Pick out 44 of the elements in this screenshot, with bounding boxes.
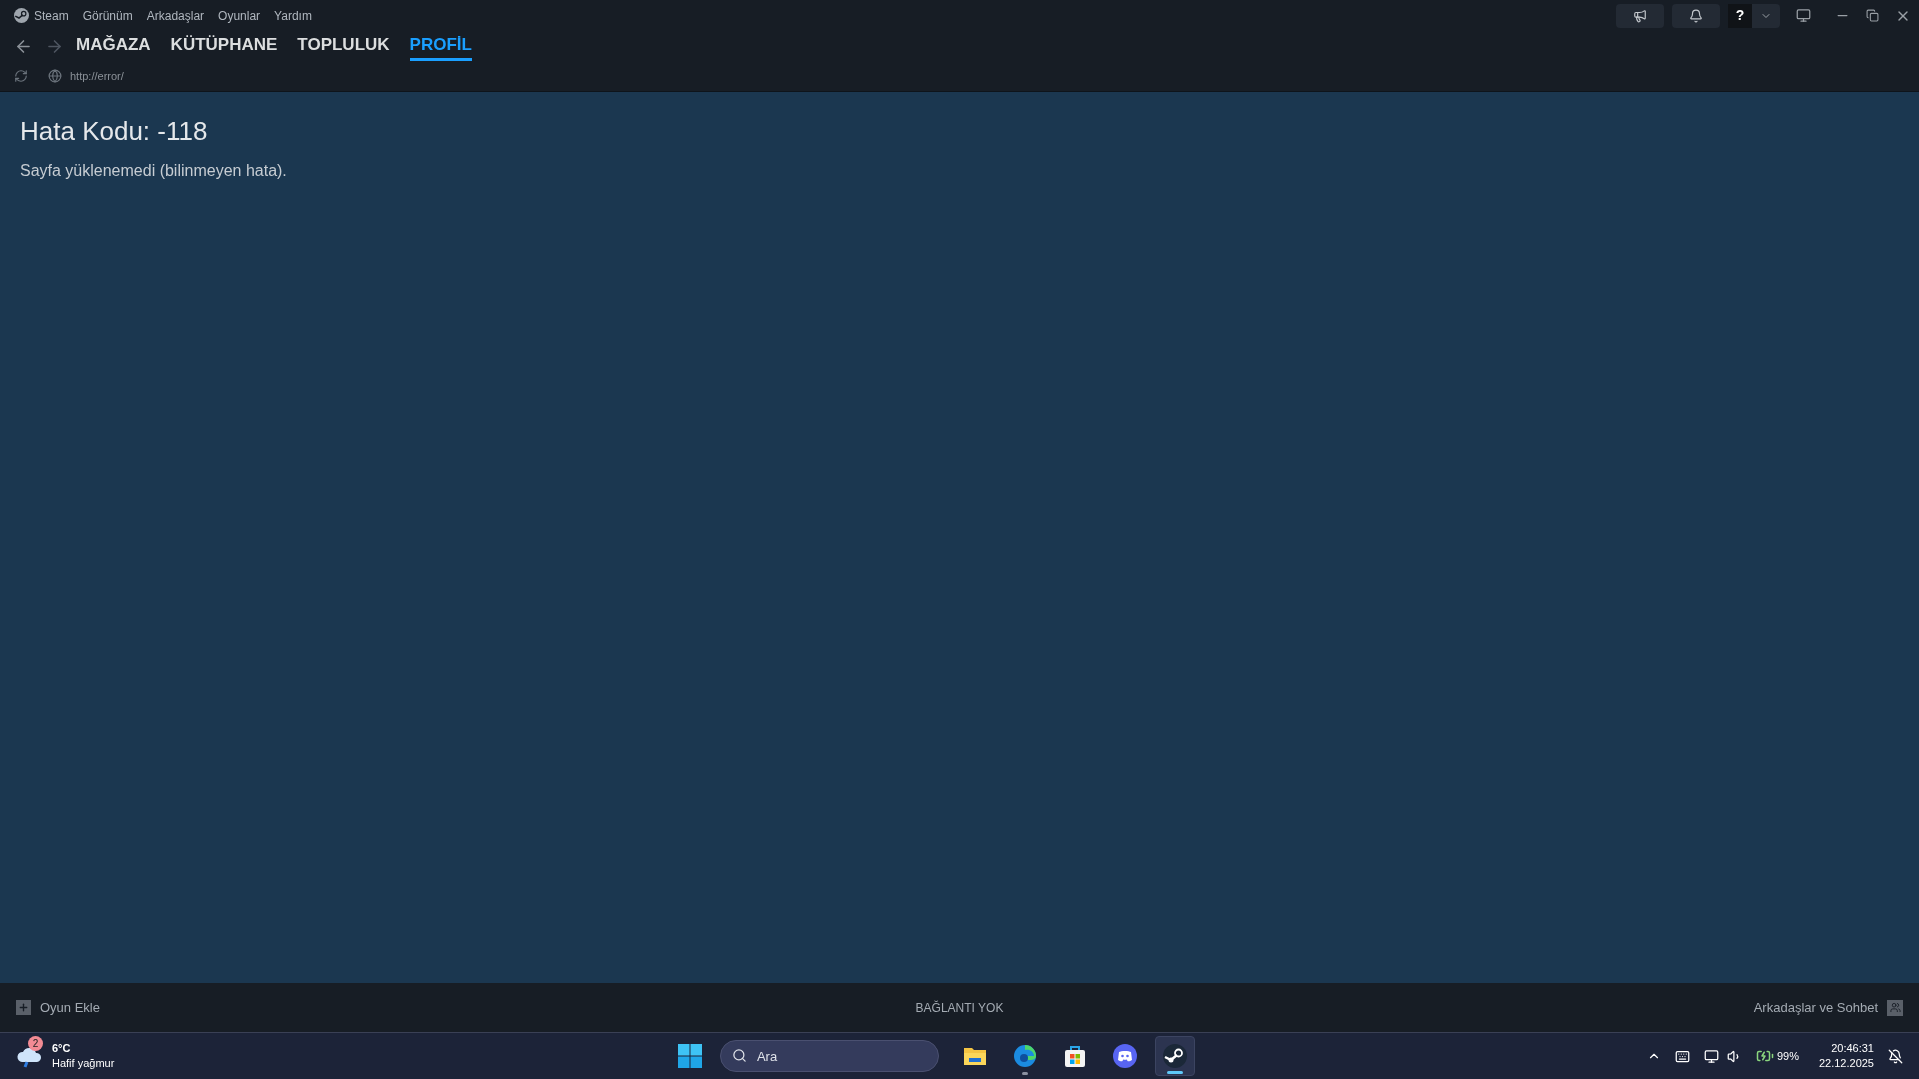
menu-item[interactable]: Arkadaşlar — [146, 6, 205, 25]
help-button[interactable]: ? — [1728, 3, 1752, 28]
nav-tab[interactable]: MAĞAZA — [76, 31, 151, 62]
url-text: http://error/ — [70, 69, 124, 84]
reload-icon[interactable] — [14, 69, 28, 84]
error-message: Sayfa yüklenemedi (bilinmeyen hata). — [20, 161, 287, 181]
weather-text: Hafif yağmur — [52, 1056, 115, 1071]
search-field[interactable]: Ara — [719, 1040, 939, 1072]
add-game-button[interactable]: Oyun Ekle — [16, 997, 100, 1018]
taskbar-app[interactable] — [1154, 1036, 1195, 1076]
temperature-text: 6°C — [52, 1041, 72, 1056]
windows-start-icon[interactable] — [677, 1044, 702, 1068]
bell-icon — [1689, 8, 1703, 23]
menu-item[interactable]: Oyunlar — [218, 6, 261, 25]
search-icon — [731, 1048, 747, 1063]
plus-icon — [18, 1002, 29, 1013]
nav-tab[interactable]: TOPLULUK — [297, 31, 390, 62]
keyboard-icon[interactable] — [1674, 1048, 1690, 1064]
nav-tab[interactable]: PROFİL — [409, 31, 472, 62]
nav-tab[interactable]: KÜTÜPHANE — [170, 31, 278, 62]
notifications-button[interactable] — [1672, 3, 1720, 28]
error-title: Hata Kodu: -118 — [20, 115, 208, 148]
store-bag-icon — [1062, 1044, 1087, 1068]
users-icon — [1889, 1002, 1901, 1013]
friends-chat-button[interactable]: Arkadaşlar ve Sohbet — [1753, 997, 1903, 1018]
menu-item[interactable]: Yardım — [274, 6, 312, 25]
steam-logo-icon — [1162, 1044, 1187, 1068]
steam-logo-icon — [14, 8, 29, 24]
menu-item[interactable]: Görünüm — [82, 6, 133, 25]
clock-time[interactable]: 20:46:31 — [1831, 1041, 1874, 1056]
folder-icon — [962, 1045, 987, 1067]
notifications-off-icon[interactable] — [1888, 1048, 1903, 1064]
globe-icon — [48, 69, 62, 84]
clock-date[interactable]: 22.12.2025 — [1818, 1056, 1874, 1071]
monitor-icon[interactable] — [1796, 8, 1811, 24]
megaphone-icon — [1633, 8, 1647, 23]
announcements-button[interactable] — [1616, 3, 1664, 28]
browser-icon — [1012, 1044, 1037, 1068]
network-icon[interactable] — [1703, 1048, 1719, 1064]
battery-percent: 99% — [1776, 1048, 1799, 1064]
restore-icon[interactable] — [1866, 9, 1879, 23]
connection-status: BAĞLANTI YOK — [915, 999, 1004, 1017]
menu-item[interactable]: Steam — [34, 6, 69, 25]
notification-badge: 2 — [28, 1036, 43, 1051]
